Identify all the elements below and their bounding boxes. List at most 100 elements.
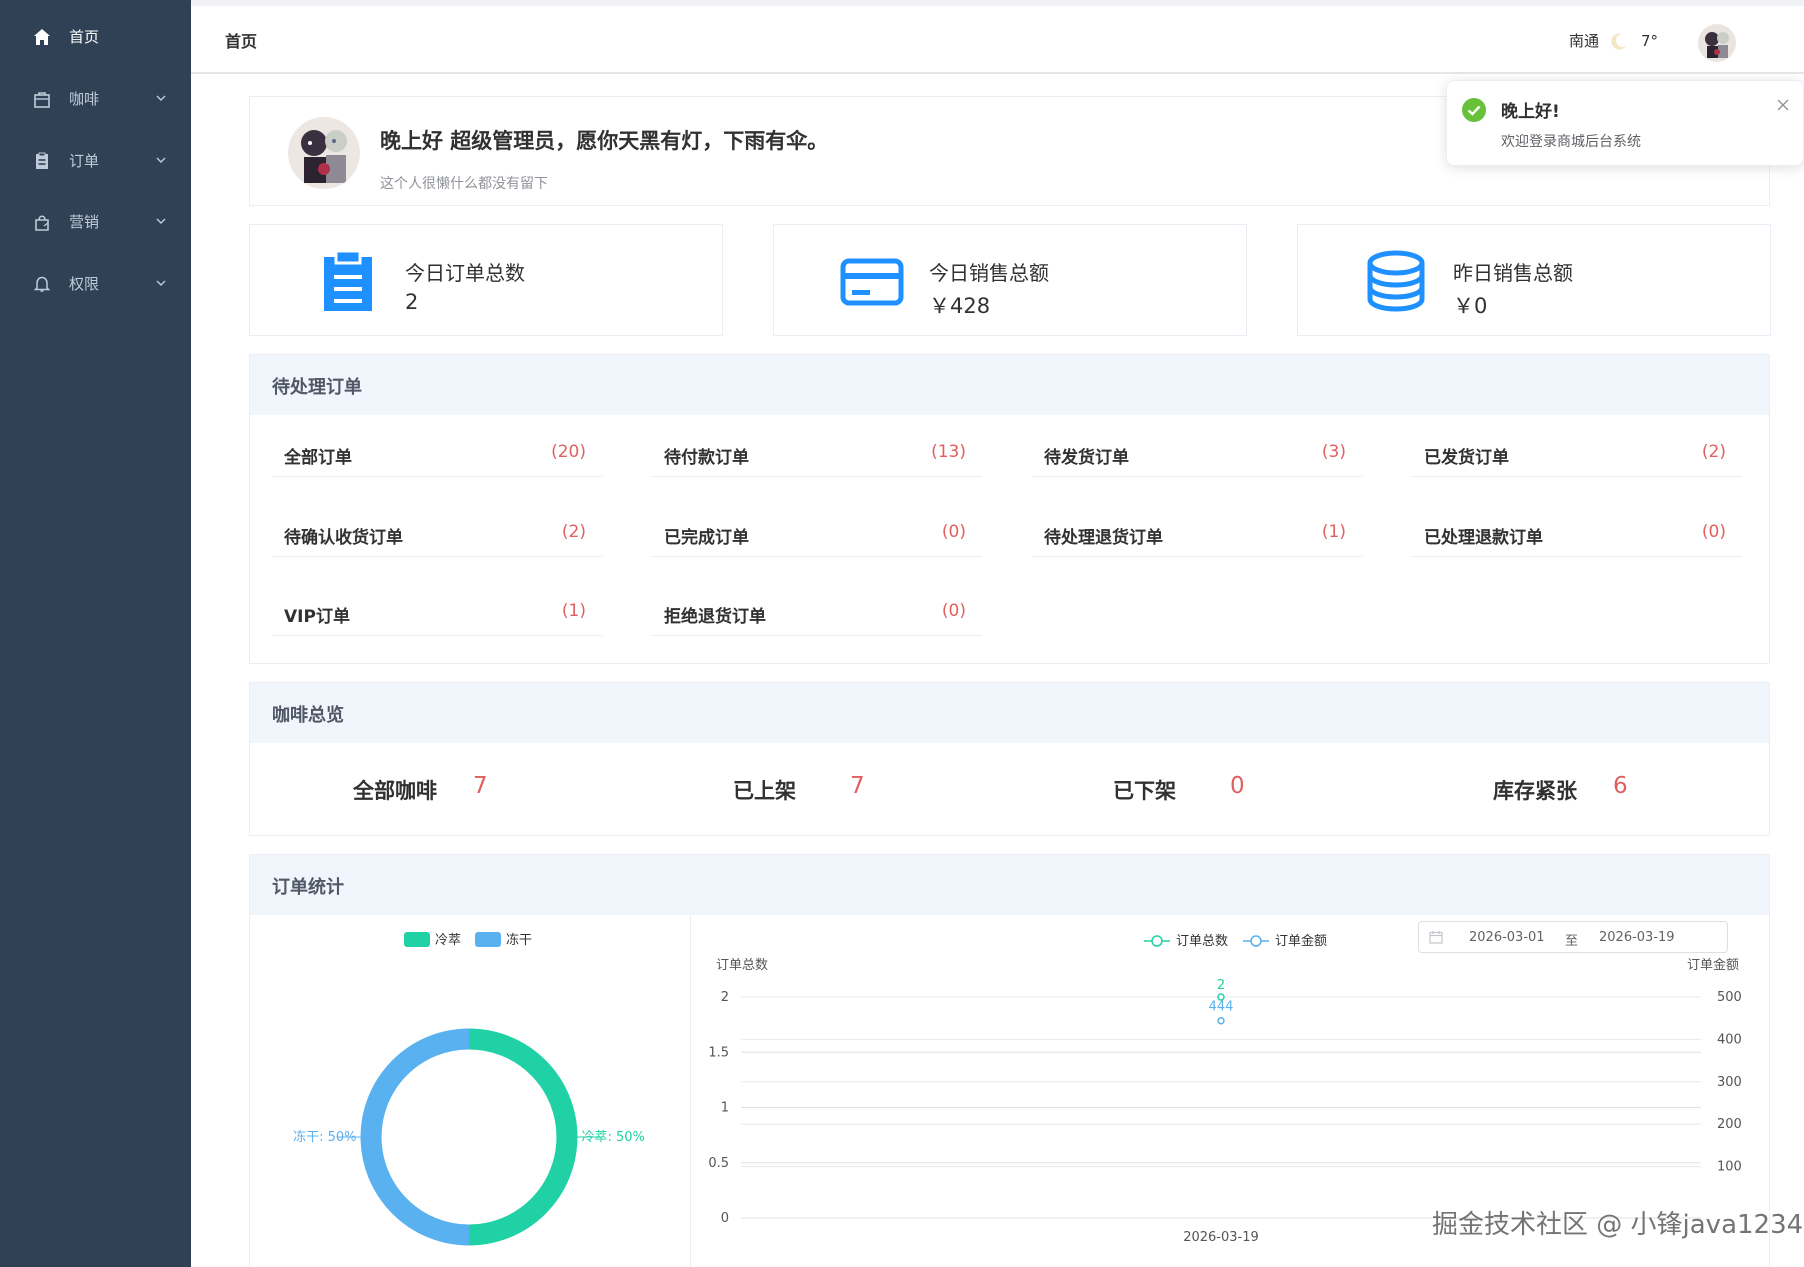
y-tick-right: 100 [1717,1160,1742,1175]
sidebar-item-label: 营销 [69,213,100,231]
panel-title: 订单统计 [272,877,344,898]
stat-value: 2 [405,290,419,314]
chevron-down-icon [155,277,167,289]
breadcrumb[interactable]: 首页 [225,28,257,52]
sidebar-item-marketing[interactable]: 营销 [0,195,191,249]
date-range-picker[interactable]: 2026-03-01 至 2026-03-19 [1418,921,1728,953]
weather-temperature: 7° [1640,31,1658,50]
stat-title: 今日销售总额 [929,261,1049,285]
order-count: (13) [931,442,966,462]
panel-title: 待处理订单 [272,377,362,398]
order-label: 已发货订单 [1424,448,1509,468]
legend-swatch [475,932,501,947]
order-count: (0) [941,522,966,542]
order-cell-to-ship[interactable]: 待发货订单 (3) [1032,425,1362,477]
donut-slice [360,1028,470,1246]
moon-icon [1609,31,1629,51]
notification-toast: 晚上好! 欢迎登录商城后台系统 [1446,80,1804,166]
panel-header: 咖啡总览 [250,683,1769,743]
order-cell-unpaid[interactable]: 待付款订单 (13) [652,425,982,477]
y-tick-right: 200 [1717,1117,1742,1132]
axis-name-left: 订单总数 [716,958,768,973]
success-check-icon [1461,97,1487,123]
date-start-input[interactable]: 2026-03-01 [1469,930,1545,945]
stat-title: 昨日销售总额 [1453,261,1573,285]
avatar [288,117,360,189]
order-count: (2) [1701,442,1726,462]
coffee-stat-value: 6 [1613,773,1628,799]
order-count: (1) [561,601,586,621]
order-cell-return-rejected[interactable]: 拒绝退货订单 (0) [652,584,982,636]
avatar[interactable] [1698,24,1736,62]
sidebar-item-orders[interactable]: 订单 [0,134,191,188]
coffee-stat-low-stock[interactable]: 库存紧张 6 [1493,773,1793,803]
coffee-stat-label: 已上架 [733,779,796,803]
y-tick-left: 0.5 [708,1156,729,1171]
order-cell-shipped[interactable]: 已发货订单 (2) [1412,425,1742,477]
y-tick-left: 0 [721,1211,729,1226]
order-count: (1) [1321,522,1346,542]
donut-chart: 冷萃 冻干冷萃: 50% 冻干: 50% [293,932,645,1246]
order-cell-all[interactable]: 全部订单 (20) [272,425,602,477]
order-cell-to-confirm[interactable]: 待确认收货订单 (2) [272,505,602,557]
line-point [1217,1016,1225,1025]
panel-title: 咖啡总览 [272,705,344,726]
date-end-input[interactable]: 2026-03-19 [1599,930,1675,945]
signature-text: 这个人很懒什么都没有留下 [380,176,548,192]
stat-card-yesterday-sales: 昨日销售总额 ￥0 [1297,224,1771,336]
sidebar-item-coffee[interactable]: 咖啡 [0,72,191,126]
coffee-stat-listed[interactable]: 已上架 7 [733,773,1033,803]
axis-name-right: 订单金额 [1687,957,1739,973]
order-count: (0) [1701,522,1726,542]
y-tick-right: 500 [1717,990,1742,1005]
sidebar-item-label: 咖啡 [69,90,100,108]
chevron-down-icon [155,154,167,166]
order-cell-vip[interactable]: VIP订单 (1) [272,584,602,636]
y-tick-left: 2 [721,990,729,1005]
credit-card-icon [840,249,904,313]
panel-header: 待处理订单 [250,355,1769,415]
close-icon[interactable] [1775,97,1791,113]
coffee-stat-value: 7 [850,773,865,799]
donut-slice [468,1028,578,1246]
y-tick-right: 400 [1717,1032,1742,1047]
order-count: (0) [941,601,966,621]
order-label: 已处理退款订单 [1424,528,1543,548]
coffee-stat-delisted[interactable]: 已下架 0 [1113,773,1413,803]
order-label: 待处理退货订单 [1044,528,1163,548]
coffee-stat-all[interactable]: 全部咖啡 7 [353,773,653,803]
weather-widget: 南通 7° [1569,30,1658,51]
legend-label: 订单金额 [1275,933,1327,949]
y-tick-right: 300 [1717,1075,1742,1090]
coffee-overview-panel: 咖啡总览 全部咖啡 7 已上架 7 已下架 0 库存紧张 6 [249,682,1770,836]
order-count: (3) [1321,442,1346,462]
legend-marker [1250,935,1262,947]
greeting-text: 晚上好 超级管理员，愿你天黑有灯，下雨有伞。 [380,129,829,153]
stat-title: 今日订单总数 [405,261,525,285]
notification-title: 晚上好! [1501,102,1560,122]
sidebar-item-permission[interactable]: 权限 [0,257,191,311]
chevron-down-icon [155,215,167,227]
shopping-bag-icon [32,89,52,109]
sidebar-item-home[interactable]: 首页 [0,10,191,64]
order-count: (2) [561,522,586,542]
order-cell-completed[interactable]: 已完成订单 (0) [652,505,982,557]
y-tick-left: 1.5 [708,1045,729,1060]
sidebar-item-label: 首页 [69,28,100,46]
order-label: 待确认收货订单 [284,528,403,548]
calendar-icon [1429,930,1443,944]
order-cell-refund-processed[interactable]: 已处理退款订单 (0) [1412,505,1742,557]
bell-icon [32,274,52,294]
order-label: 待付款订单 [664,448,749,468]
point-label: 2 [1217,978,1225,993]
date-separator: 至 [1565,934,1579,949]
promotion-icon [32,212,52,232]
coffee-stat-label: 全部咖啡 [353,779,437,803]
chevron-down-icon [155,92,167,104]
stat-value: ￥428 [929,294,991,318]
stat-card-today-orders: 今日订单总数 2 [249,224,723,336]
coffee-stat-value: 0 [1230,773,1245,799]
sidebar: 首页 咖啡 订单 营销 权限 [0,0,191,1267]
order-cell-return-pending[interactable]: 待处理退货订单 (1) [1032,505,1362,557]
order-label: VIP订单 [284,607,350,627]
